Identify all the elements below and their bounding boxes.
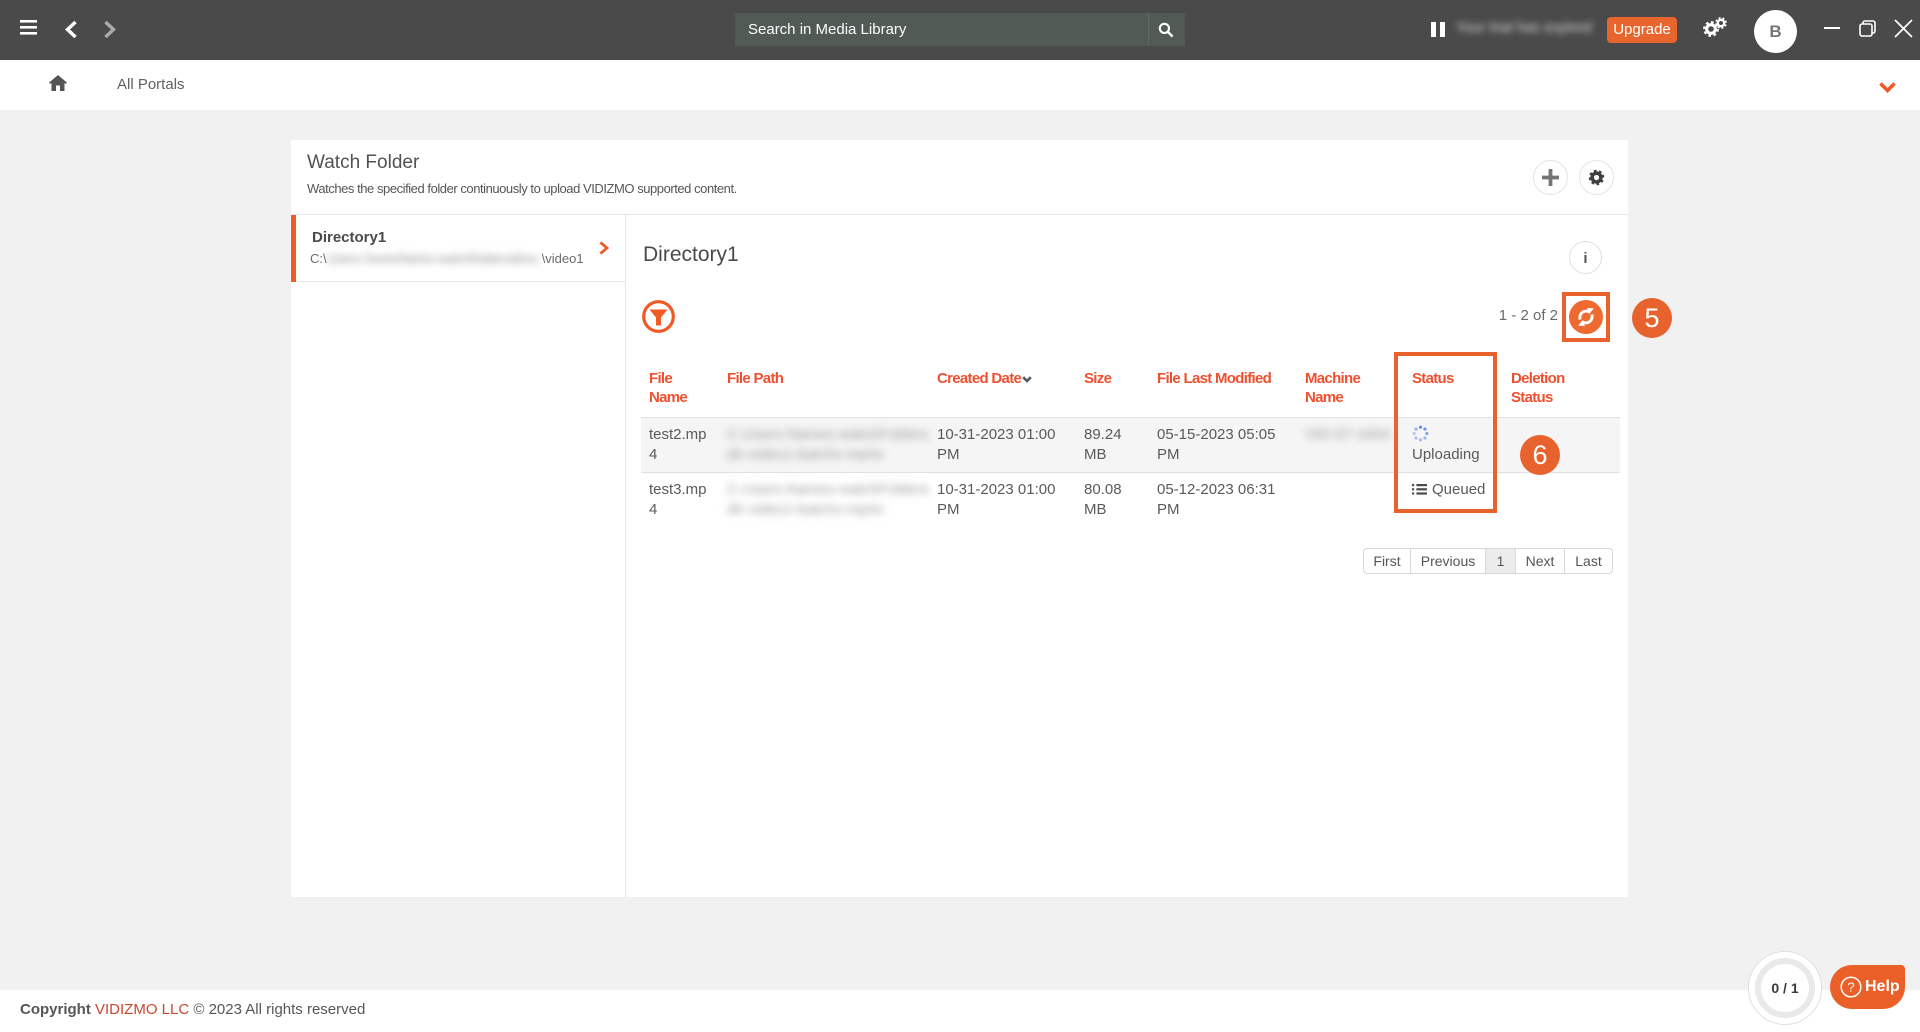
svg-text:?: ? bbox=[1847, 980, 1854, 995]
